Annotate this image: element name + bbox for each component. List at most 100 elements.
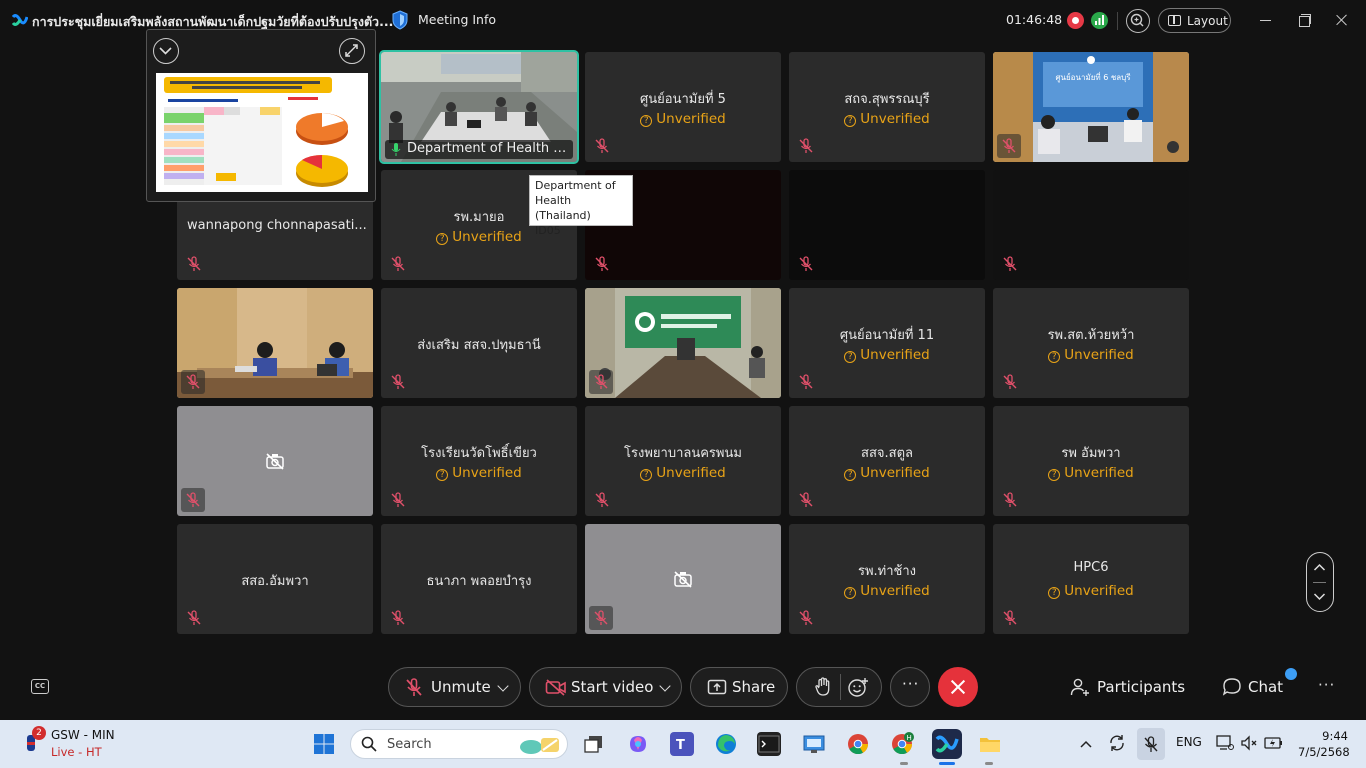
video-tile-thanapha[interactable]: ธนาภา พลอยบำรุง — [381, 524, 577, 634]
video-tile-two-presenters[interactable] — [177, 288, 373, 398]
input-language[interactable]: ENG — [1176, 735, 1202, 749]
share-button[interactable]: Share — [690, 667, 788, 707]
participant-name: สสจ.สตูล — [861, 446, 913, 461]
window-close-button[interactable] — [1332, 10, 1352, 30]
participant-tooltip: Department of Health (Thailand) ID05 — [529, 175, 633, 237]
mic-status — [181, 370, 205, 394]
meeting-info-button[interactable]: Meeting Info — [418, 12, 496, 27]
expand-icon — [345, 44, 358, 57]
shield-icon[interactable] — [391, 10, 409, 30]
video-tile-tha-chang-hospital[interactable]: รพ.ท่าช้าง ? Unverified — [789, 524, 985, 634]
widget-status[interactable]: Live - HT — [51, 745, 102, 759]
zoom-view-icon[interactable] — [1126, 9, 1150, 33]
video-tile-hpc5[interactable]: ศูนย์อนามัยที่ 5 ? Unverified — [585, 52, 781, 162]
mic-tray-highlight[interactable] — [1137, 728, 1165, 760]
chevron-down-icon[interactable] — [1307, 583, 1332, 611]
question-icon: ? — [1048, 351, 1061, 363]
video-tile-pathumthani[interactable]: ส่งเสริม สสจ.ปทุมธานี — [381, 288, 577, 398]
unverified-badge: ? Unverified — [789, 111, 985, 127]
recording-icon[interactable] — [1067, 12, 1084, 29]
more-options-button[interactable]: ··· — [890, 667, 930, 707]
video-tile-hpc6-room[interactable]: ศูนย์อนามัยที่ 6 ชลบุรี — [993, 52, 1189, 162]
webex-taskbar-icon[interactable] — [932, 729, 962, 759]
network-icon[interactable] — [1216, 734, 1234, 752]
muted-mic-icon — [186, 492, 200, 507]
video-tile-dark-3[interactable] — [993, 170, 1189, 280]
question-icon: ? — [640, 115, 653, 127]
grid-page-scroller[interactable] — [1306, 552, 1334, 612]
muted-mic-icon — [799, 492, 813, 507]
network-health-icon[interactable] — [1091, 12, 1108, 29]
video-tile-amphawa-district[interactable]: สสอ.อัมพวา — [177, 524, 373, 634]
closed-captions-button[interactable]: CC — [31, 679, 49, 694]
muted-mic-icon — [594, 374, 608, 389]
muted-mic-icon — [595, 138, 609, 153]
taskbar-search[interactable]: Search — [350, 729, 568, 759]
unmute-button[interactable]: Unmute — [388, 667, 521, 707]
windows-start-icon[interactable] — [313, 733, 335, 755]
participant-name: โรงพยาบาลนครพนม — [624, 446, 742, 461]
video-tile-wat-pho-khiao-school[interactable]: โรงเรียนวัดโพธิ์เขียว ? Unverified — [381, 406, 577, 516]
terminal-icon[interactable] — [757, 732, 781, 756]
reactions-icon[interactable] — [847, 677, 869, 698]
video-tile-meeting-room[interactable] — [585, 288, 781, 398]
video-tile-amphawa-hospital[interactable]: รพ อัมพวา ? Unverified — [993, 406, 1189, 516]
copilot-icon[interactable] — [626, 732, 650, 756]
chevron-down-icon[interactable] — [497, 680, 509, 692]
window-restore-button[interactable] — [1295, 10, 1315, 30]
participant-name: ศูนย์อนามัยที่ 5 — [640, 92, 726, 107]
running-indicator — [985, 762, 993, 765]
task-view-icon[interactable] — [582, 732, 606, 756]
chrome-profile-icon[interactable]: H — [890, 732, 914, 756]
participants-button[interactable]: Participants — [1097, 678, 1185, 696]
video-tile-nakhon-phanom-hospital[interactable]: โรงพยาบาลนครพนม ? Unverified — [585, 406, 781, 516]
video-tile-camera-off-1[interactable] — [177, 406, 373, 516]
expand-preview-button[interactable] — [339, 38, 365, 64]
window-minimize-button[interactable] — [1256, 10, 1276, 30]
search-icon — [361, 736, 377, 752]
start-video-button[interactable]: Start video — [529, 667, 682, 707]
layout-button-label: Layout — [1187, 14, 1228, 28]
video-tile-camera-off-2[interactable] — [585, 524, 781, 634]
teams-icon[interactable]: T — [670, 732, 694, 756]
chat-button[interactable]: Chat — [1248, 678, 1283, 696]
widget-title[interactable]: GSW - MIN — [51, 728, 115, 742]
leave-meeting-button[interactable] — [938, 667, 978, 707]
video-tile-huai-wa[interactable]: รพ.สต.ห้วยหว้า ? Unverified — [993, 288, 1189, 398]
video-tile-dark-2[interactable] — [789, 170, 985, 280]
search-placeholder: Search — [387, 737, 432, 752]
chrome-icon[interactable] — [846, 732, 870, 756]
chevron-up-icon[interactable] — [1079, 738, 1093, 750]
chat-icon[interactable] — [1222, 677, 1242, 696]
muted-mic-icon — [799, 610, 813, 625]
titlebar-divider — [1117, 12, 1118, 30]
video-tile-suphanburi[interactable]: สถจ.สุพรรณบุรี ? Unverified — [789, 52, 985, 162]
battery-icon[interactable] — [1264, 734, 1284, 752]
windows-taskbar: 2 GSW - MIN Live - HT Search T H ENG 9:4… — [0, 720, 1366, 768]
muted-mic-icon — [1003, 374, 1017, 389]
muted-mic-icon — [799, 374, 813, 389]
share-screen-icon — [707, 679, 727, 695]
more-panels-icon[interactable]: ··· — [1318, 676, 1335, 694]
collapse-preview-button[interactable] — [153, 38, 179, 64]
video-tile-hpc6[interactable]: HPC6 ? Unverified — [993, 524, 1189, 634]
system-clock[interactable]: 9:44 7/5/2568 — [1298, 728, 1350, 760]
file-explorer-icon[interactable] — [978, 732, 1002, 756]
unverified-badge: ? Unverified — [993, 583, 1189, 599]
volume-muted-icon[interactable] — [1240, 734, 1258, 752]
shared-content-preview[interactable] — [146, 29, 376, 202]
video-tile-hpc11[interactable]: ศูนย์อนามัยที่ 11 ? Unverified — [789, 288, 985, 398]
chevron-up-icon[interactable] — [1307, 553, 1332, 581]
shared-slide-thumbnail — [156, 73, 368, 192]
muted-mic-icon — [406, 678, 422, 696]
video-tile-satun[interactable]: สสจ.สตูล ? Unverified — [789, 406, 985, 516]
muted-mic-icon — [391, 256, 405, 271]
participants-icon[interactable] — [1070, 677, 1090, 697]
participant-name: ส่งเสริม สสจ.ปทุมธานี — [417, 338, 541, 353]
edge-browser-icon[interactable] — [714, 732, 738, 756]
remote-desktop-icon[interactable] — [802, 732, 826, 756]
sync-icon[interactable] — [1108, 734, 1126, 752]
raise-hand-icon[interactable] — [814, 677, 832, 697]
layout-button[interactable]: Layout — [1158, 8, 1231, 33]
chevron-down-icon[interactable] — [659, 680, 671, 692]
